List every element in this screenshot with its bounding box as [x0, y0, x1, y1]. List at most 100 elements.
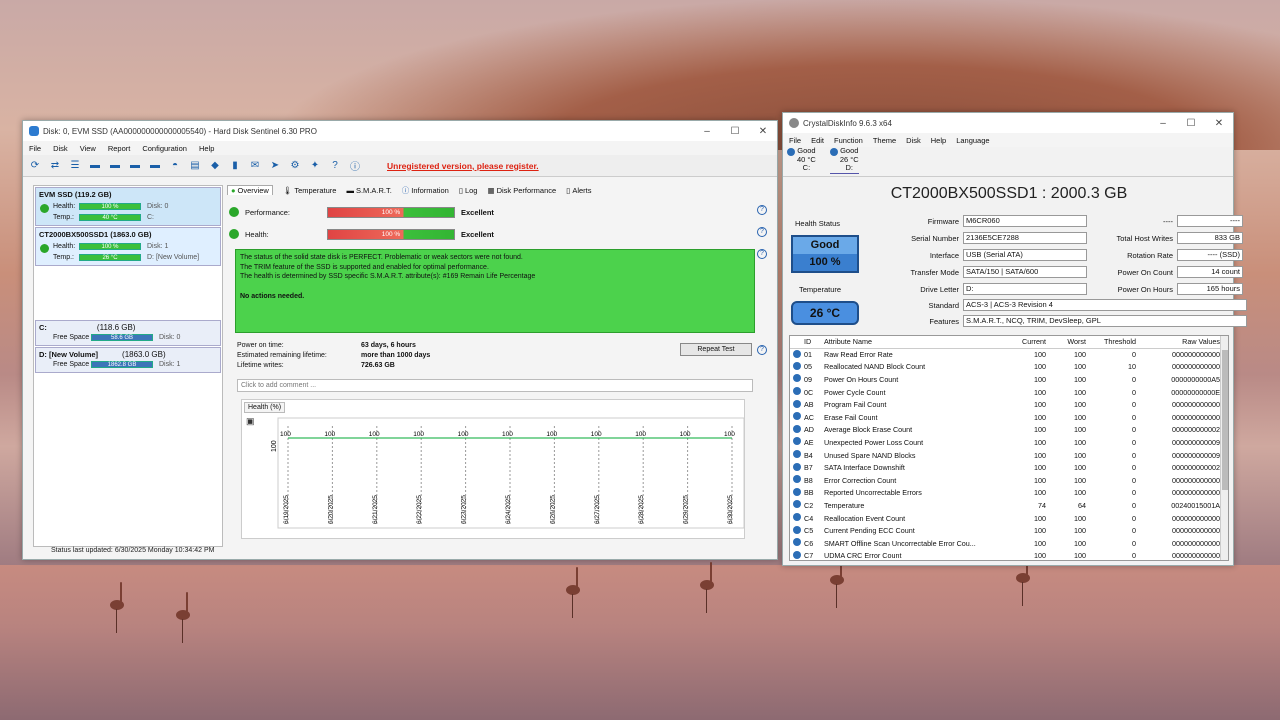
menu-configuration[interactable]: Configuration: [142, 144, 187, 153]
menu-disk[interactable]: Disk: [53, 144, 68, 153]
menu-report[interactable]: Report: [108, 144, 131, 153]
repeat-test-button[interactable]: Repeat Test: [680, 343, 752, 356]
smart-row[interactable]: B8 Error Correction Count 100 100 0 000000000…: [790, 474, 1220, 487]
menu-file[interactable]: File: [789, 136, 801, 145]
tools-icon[interactable]: ✦: [307, 158, 323, 174]
tab-overview[interactable]: ● Overview: [227, 185, 273, 195]
threshold-col-header[interactable]: Threshold: [1086, 336, 1136, 349]
id-col-header[interactable]: ID: [804, 336, 824, 349]
refresh-icon[interactable]: ⟳: [27, 158, 43, 174]
disk-icon[interactable]: ▬: [147, 158, 163, 174]
smart-row[interactable]: AB Program Fail Count 100 100 0 000000000000: [790, 398, 1220, 411]
scroll-thumb[interactable]: [1222, 350, 1228, 490]
menu-help[interactable]: Help: [931, 136, 946, 145]
smart-row[interactable]: AE Unexpected Power Loss Count 100 100 0 0000…: [790, 436, 1220, 449]
tab-log[interactable]: ▯ Log: [459, 186, 478, 195]
smart-attribute: Average Block Erase Count: [824, 425, 913, 435]
health-status-box[interactable]: Good 100 %: [791, 235, 859, 273]
smart-row[interactable]: 05 Reallocated NAND Block Count 100 100 10 00…: [790, 361, 1220, 374]
smart-row[interactable]: C5 Current Pending ECC Count 100 100 0 000000…: [790, 524, 1220, 537]
tab-disk-performance[interactable]: ▦ Disk Performance: [487, 186, 556, 195]
comment-input[interactable]: Click to add comment ...: [237, 379, 753, 392]
maximize-button[interactable]: ☐: [721, 126, 749, 137]
menu-edit[interactable]: Edit: [811, 136, 824, 145]
status-cell: [790, 436, 804, 449]
help-icon[interactable]: ?: [757, 227, 767, 237]
menu-disk[interactable]: Disk: [906, 136, 921, 145]
smart-row[interactable]: 0C Power Cycle Count 100 100 0 00000000000E: [790, 386, 1220, 399]
tab-label: Disk Performance: [496, 185, 557, 195]
disk-item-0[interactable]: EVM SSD (119.2 GB) Health: 100 % Disk: 0 T…: [35, 187, 221, 226]
smart-row[interactable]: C4 Reallocation Event Count 100 100 0 0000000…: [790, 512, 1220, 525]
data-label: 100: [458, 431, 469, 438]
volume-name: C:: [39, 323, 47, 332]
smart-row[interactable]: B4 Unused Spare NAND Blocks 100 100 0 0000000…: [790, 449, 1220, 462]
send-icon[interactable]: ➤: [267, 158, 283, 174]
chart-icon[interactable]: ◓: [167, 158, 183, 174]
drive-tab-d[interactable]: Good 26 °C D:: [829, 146, 859, 174]
smart-row[interactable]: 01 Raw Read Error Rate 100 100 0 000000000000: [790, 348, 1220, 361]
smart-raw: 00240015001A: [1171, 500, 1220, 510]
smart-row[interactable]: 09 Power On Hours Count 100 100 0 0000000000A…: [790, 373, 1220, 386]
menu-theme[interactable]: Theme: [873, 136, 896, 145]
info-icon[interactable]: ⓘ: [347, 158, 363, 174]
drive-tab-c[interactable]: Good 40 °C C:: [787, 146, 816, 173]
tab-alerts[interactable]: ▯ Alerts: [566, 186, 591, 195]
smart-row[interactable]: C6 SMART Offline Scan Uncorrectable Error…: [790, 537, 1220, 550]
smart-current: 100: [1034, 513, 1046, 523]
tab-label: S.M.A.R.T.: [355, 185, 392, 195]
interface-row: Interface USB (Serial ATA): [863, 249, 1087, 261]
smart-row[interactable]: B7 SATA Interface Downshift 100 100 0 0000000…: [790, 461, 1220, 474]
test-icon[interactable]: ◆: [207, 158, 223, 174]
disk-icon[interactable]: ▬: [107, 158, 123, 174]
disk-icon[interactable]: ▬: [127, 158, 143, 174]
smart-attribute: Unused Spare NAND Blocks: [824, 450, 916, 460]
cdi-window: CrystalDiskInfo 9.6.3 x64 – ☐ ✕ File Edi…: [782, 112, 1247, 566]
minimize-button[interactable]: –: [693, 126, 721, 137]
current-col-header[interactable]: Current: [1002, 336, 1046, 349]
menu-language[interactable]: Language: [956, 136, 989, 145]
close-button[interactable]: ✕: [1205, 118, 1233, 129]
raw-col-header[interactable]: Raw Values: [1136, 336, 1220, 349]
disk-item-1[interactable]: CT2000BX500SSD1 (1863.0 GB) Health: 100 %…: [35, 227, 221, 266]
help-icon[interactable]: ?: [757, 249, 767, 259]
smart-raw: 000000000009: [1172, 450, 1220, 460]
maximize-button[interactable]: ☐: [1177, 118, 1205, 129]
smart-raw: 000000000000: [1172, 488, 1220, 498]
volume-item-c[interactable]: C: (118.6 GB) Free Space 58.6 GB Disk: 0: [35, 320, 221, 346]
help-icon[interactable]: ?: [327, 158, 343, 174]
smart-row[interactable]: BB Reported Uncorrectable Errors 100 100 0 00…: [790, 487, 1220, 500]
tab-temperature[interactable]: 🌡︎ Temperature: [283, 186, 337, 195]
smart-scrollbar[interactable]: [1220, 336, 1228, 560]
sync-icon[interactable]: ⇄: [47, 158, 63, 174]
list-icon[interactable]: ☰: [67, 158, 83, 174]
help-icon[interactable]: ?: [757, 205, 767, 215]
volume-item-d[interactable]: D: [New Volume] (1863.0 GB) Free Space 186…: [35, 347, 221, 373]
smart-worst: 100: [1074, 513, 1086, 523]
smart-row[interactable]: C2 Temperature 74 64 0 00240015001A: [790, 499, 1220, 512]
mail-icon[interactable]: ✉: [247, 158, 263, 174]
menu-view[interactable]: View: [80, 144, 96, 153]
smart-id: AD: [804, 425, 814, 435]
close-button[interactable]: ✕: [749, 126, 777, 137]
data-label: 100: [502, 431, 513, 438]
x-tick-label: 6/24/2025: [505, 495, 512, 524]
smart-row[interactable]: AD Average Block Erase Count 100 100 0 000000…: [790, 424, 1220, 437]
disk-icon[interactable]: ▬: [87, 158, 103, 174]
menu-function[interactable]: Function: [834, 136, 863, 145]
disk-name: EVM SSD (119.2 GB): [39, 190, 112, 199]
menu-file[interactable]: File: [29, 144, 41, 153]
menu-help[interactable]: Help: [199, 144, 214, 153]
smart-row[interactable]: AC Erase Fail Count 100 100 0 000000000000: [790, 411, 1220, 424]
document-icon[interactable]: ▮: [227, 158, 243, 174]
attribute-col-header[interactable]: Attribute Name: [824, 336, 1002, 349]
tab-smart[interactable]: ▬ S.M.A.R.T.: [346, 186, 391, 195]
help-icon[interactable]: ?: [757, 345, 767, 355]
report-icon[interactable]: ▤: [187, 158, 203, 174]
tab-information[interactable]: ⓘ Information: [402, 185, 449, 196]
worst-col-header[interactable]: Worst: [1046, 336, 1086, 349]
smart-row[interactable]: C7 UDMA CRC Error Count 100 100 0 00000000000…: [790, 550, 1220, 560]
minimize-button[interactable]: –: [1149, 118, 1177, 129]
unregistered-link[interactable]: Unregistered version, please register.: [387, 161, 539, 171]
gear-icon[interactable]: ⚙: [287, 158, 303, 174]
